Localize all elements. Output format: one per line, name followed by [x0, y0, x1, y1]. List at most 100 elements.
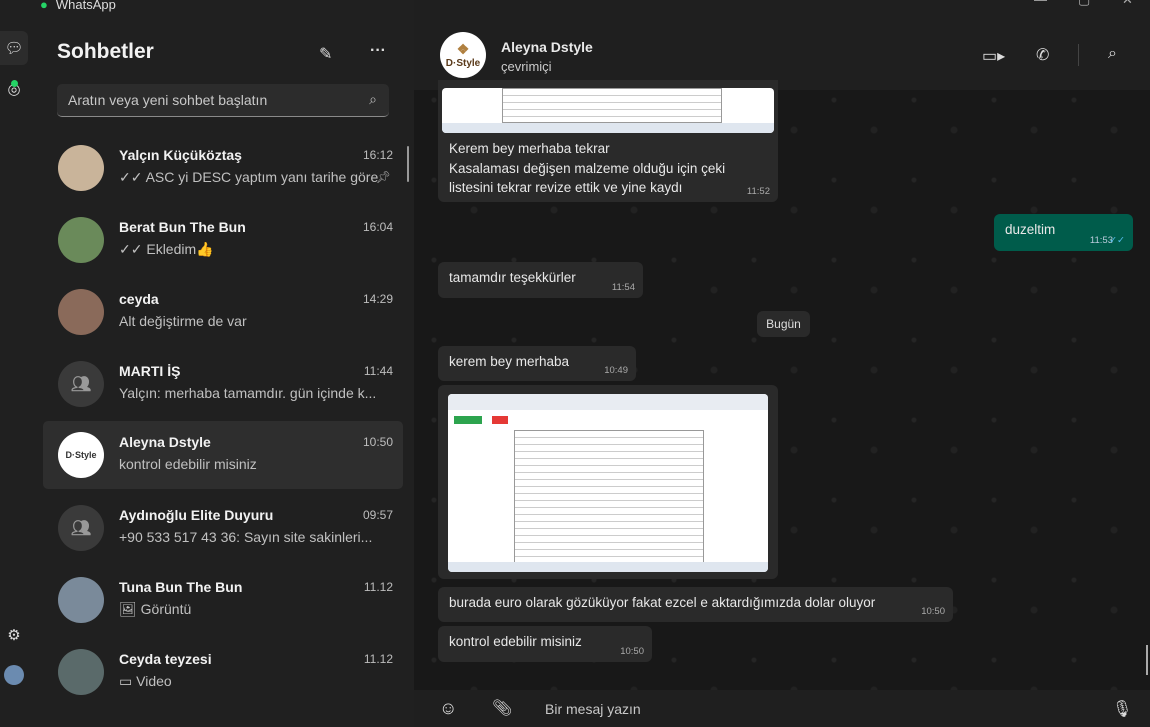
chat-name: Aleyna Dstyle [119, 434, 211, 450]
avatar: 👥︎ [58, 505, 104, 551]
message-time: 10:50 [921, 606, 945, 617]
message-time: 10:49 [604, 365, 628, 376]
chat-name: ceyda [119, 291, 159, 307]
contact-name[interactable]: Aleyna Dstyle [501, 39, 593, 55]
pin-icon: 📌︎ [375, 170, 391, 184]
message-bubble-image: 10:49 [438, 385, 778, 579]
message-time: 10:49 [736, 553, 760, 564]
profile-button[interactable] [0, 658, 28, 692]
composer-bar: ☺ 📎︎ Bir mesaj yazın 🎙︎ [414, 690, 1150, 727]
chat-list-item[interactable]: D·Style Aleyna Dstyle 10:50 kontrol edeb… [43, 421, 403, 489]
message-text: tamamdır teşekkürler [449, 270, 576, 285]
message-text: kontrol edebilir misiniz [449, 634, 582, 649]
chat-preview: Alt değiştirme de var [119, 313, 247, 329]
avatar [58, 577, 104, 623]
nav-rail: 💬︎ ◎ ⚙ [0, 0, 33, 727]
message-text: burada euro olarak gözüküyor fakat ezcel… [449, 595, 876, 610]
chat-time: 11:44 [363, 364, 393, 378]
chat-preview: ✓✓ Ekledim👍 [119, 241, 214, 257]
attached-image[interactable]: 10:49 [448, 394, 768, 572]
chat-name: MARTI İŞ [119, 363, 181, 379]
chat-list-panel: Sohbetler ✎ ··· Aratın veya yeni sohbet … [33, 0, 414, 727]
message-time: 11:52 [746, 186, 770, 197]
chat-time: 11.12 [363, 580, 393, 594]
chat-header: ❖D·Style Aleyna Dstyle çevrimiçi — ▢ ✕ ▭… [414, 0, 1150, 90]
chat-time: 11.12 [363, 652, 393, 666]
status-nav-button[interactable]: ◎ [0, 72, 28, 106]
video-call-icon[interactable]: ▭▸ [982, 46, 1005, 66]
chat-time: 10:50 [362, 435, 393, 449]
chat-preview: Yalçın: merhaba tamamdır. gün içinde k..… [119, 385, 377, 401]
chat-list-item[interactable]: Ceyda teyzesi 11.12 ▭ Video [43, 638, 403, 706]
avatar-logo: D·Style [65, 450, 97, 460]
message-bubble-outgoing: duzeltim 11:53 ✓✓ [994, 214, 1133, 251]
whatsapp-logo-icon: ● [40, 0, 48, 12]
microphone-icon[interactable]: 🎙︎ [1112, 699, 1132, 719]
page-title: Sohbetler [57, 40, 154, 63]
message-bubble: tamamdır teşekkürler 11:54 [438, 262, 643, 298]
message-bubble-image-text: Kerem bey merhaba tekrar Kasalaması deği… [438, 80, 778, 202]
message-bubble: burada euro olarak gözüküyor fakat ezcel… [438, 587, 953, 622]
chat-preview: ✓✓ ASC yi DESC yaptım yanı tarihe göre [119, 169, 379, 185]
avatar[interactable]: ❖ D·Style [440, 32, 486, 78]
avatar: 👥︎ [58, 361, 104, 407]
avatar [58, 289, 104, 335]
minimize-icon[interactable]: — [1034, 0, 1047, 7]
chat-name: Aydınoğlu Elite Duyuru [119, 507, 274, 523]
chat-time: 16:12 [362, 148, 393, 162]
profile-avatar [4, 665, 24, 685]
scrollbar[interactable] [407, 146, 409, 182]
avatar: D·Style [58, 432, 104, 478]
chat-preview: 🖼 Görüntü [119, 601, 192, 617]
avatar [58, 217, 104, 263]
message-text: Kerem bey merhaba tekrar Kasalaması deği… [449, 141, 726, 195]
chat-preview: ▭ Video [119, 673, 172, 689]
chat-list-item[interactable]: 👥︎ Aydınoğlu Elite Duyuru 09:57 +90 533 … [43, 494, 403, 562]
close-icon[interactable]: ✕ [1122, 0, 1133, 8]
chat-preview: kontrol edebilir misiniz [119, 456, 257, 472]
chat-name: Berat Bun The Bun [119, 219, 246, 235]
more-options-icon[interactable]: ··· [370, 42, 386, 60]
search-placeholder: Aratın veya yeni sohbet başlatın [68, 92, 268, 108]
search-icon[interactable]: ⌕ [1108, 45, 1117, 63]
conversation-panel: ❖D·Style Aleyna Dstyle çevrimiçi — ▢ ✕ ▭… [414, 0, 1150, 727]
gear-icon: ⚙ [7, 627, 21, 644]
app-title: WhatsApp [55, 0, 116, 12]
chat-bubble-icon: 💬︎ [4, 40, 24, 57]
message-text: duzeltim [1005, 222, 1056, 237]
message-bubble: kerem bey merhaba 10:49 [438, 346, 636, 381]
new-chat-icon[interactable]: ✎ [319, 44, 332, 64]
chat-name: Ceyda teyzesi [119, 651, 212, 667]
title-bar: ● WhatsApp [40, 0, 116, 13]
chat-list-item[interactable]: 👥︎ MARTI İŞ 11:44 Yalçın: merhaba tamamd… [43, 350, 403, 418]
attach-icon[interactable]: 📎︎ [492, 698, 512, 718]
date-divider: Bugün [757, 311, 810, 337]
avatar [58, 145, 104, 191]
contact-status: çevrimiçi [501, 59, 552, 74]
phone-icon[interactable]: ✆ [1036, 45, 1049, 65]
scrollbar[interactable] [1146, 645, 1148, 675]
chats-nav-button[interactable]: 💬︎ [0, 31, 28, 65]
chat-time: 14:29 [362, 292, 393, 306]
message-time: 10:50 [620, 646, 644, 657]
settings-button[interactable]: ⚙ [0, 618, 28, 652]
avatar [58, 649, 104, 695]
avatar-logo-text: D·Style [445, 58, 481, 69]
chat-time: 09:57 [362, 508, 393, 522]
search-input[interactable]: Aratın veya yeni sohbet başlatın ⌕ [57, 84, 389, 117]
chat-list-item[interactable]: Yalçın Küçüköztaş 16:12 ✓✓ ASC yi DESC y… [43, 134, 403, 202]
emoji-icon[interactable]: ☺ [439, 698, 457, 719]
chat-list-item[interactable]: Berat Bun The Bun 16:04 ✓✓ Ekledim👍 [43, 206, 403, 274]
chat-time: 16:04 [362, 220, 393, 234]
search-icon: ⌕ [369, 91, 377, 107]
attached-image[interactable] [442, 88, 774, 133]
maximize-icon[interactable]: ▢ [1078, 0, 1090, 8]
message-input[interactable]: Bir mesaj yazın [545, 701, 641, 717]
status-dot [11, 80, 18, 87]
message-time: 11:54 [611, 282, 635, 293]
chat-name: Yalçın Küçüköztaş [119, 147, 242, 163]
read-receipt-icon: ✓✓ [1109, 235, 1125, 246]
chat-list-item[interactable]: ceyda 14:29 Alt değiştirme de var [43, 278, 403, 346]
chat-name: Tuna Bun The Bun [119, 579, 243, 595]
chat-list-item[interactable]: Tuna Bun The Bun 11.12 🖼 Görüntü [43, 566, 403, 634]
